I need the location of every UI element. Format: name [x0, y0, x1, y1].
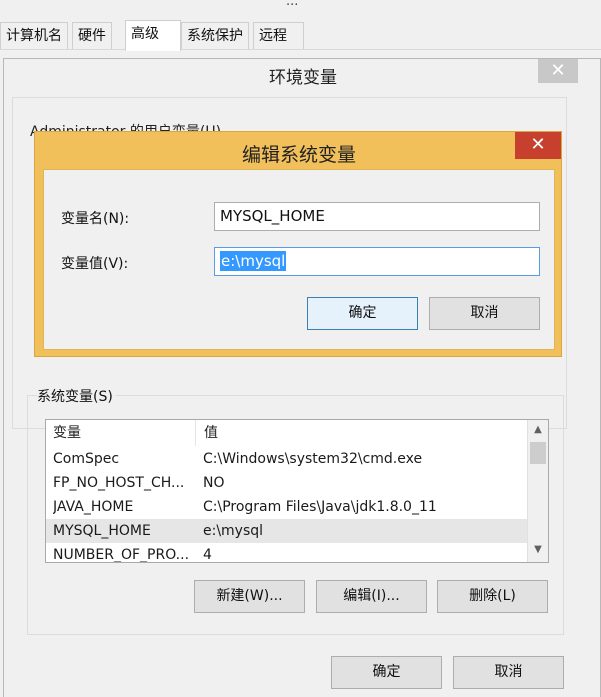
- edit-dialog-body: 变量名(N): MYSQL_HOME 变量值(V): e:\mysql 确定 取…: [43, 169, 555, 350]
- variable-value-cell: C:\Program Files\Java\jdk1.8.0_11: [203, 499, 437, 515]
- env-ok-button[interactable]: 确定: [331, 656, 442, 689]
- variable-name-cell: MYSQL_HOME: [53, 523, 151, 539]
- vertical-scrollbar[interactable]: ▲ ▼: [527, 420, 548, 562]
- column-header-value[interactable]: 值: [197, 420, 527, 446]
- tab-computer-name[interactable]: 计算机名: [0, 22, 68, 49]
- variable-value-cell: NO: [203, 475, 225, 491]
- variable-value-cell: 4: [203, 547, 212, 563]
- table-row[interactable]: NUMBER_OF_PRO... 4: [46, 543, 527, 563]
- variable-value-label: 变量值(V):: [61, 256, 129, 272]
- table-row[interactable]: FP_NO_HOST_CH... NO: [46, 471, 527, 495]
- edit-dialog-title: 编辑系统变量: [241, 144, 356, 166]
- variable-name-cell: JAVA_HOME: [53, 499, 134, 515]
- scroll-up-arrow-icon[interactable]: ▲: [528, 422, 548, 438]
- delete-variable-button[interactable]: 删除(L): [437, 580, 548, 613]
- variable-value-cell: e:\mysql: [203, 523, 264, 539]
- variable-value-cell: C:\Windows\system32\cmd.exe: [203, 451, 423, 467]
- selected-value-text: e:\mysql: [220, 251, 287, 271]
- tab-advanced[interactable]: 高级: [125, 20, 181, 51]
- tab-remote[interactable]: 远程: [253, 22, 304, 49]
- table-row-selected[interactable]: MYSQL_HOME e:\mysql: [46, 519, 527, 543]
- table-row[interactable]: ComSpec C:\Windows\system32\cmd.exe: [46, 447, 527, 471]
- system-variables-label: 系统变量(S): [37, 386, 116, 406]
- variable-name-field[interactable]: MYSQL_HOME: [214, 202, 540, 231]
- variable-value-field[interactable]: e:\mysql: [214, 247, 540, 276]
- env-cancel-button[interactable]: 取消: [453, 656, 564, 689]
- new-variable-button[interactable]: 新建(W)...: [194, 580, 305, 613]
- edit-ok-button[interactable]: 确定: [307, 297, 418, 330]
- edit-system-variable-dialog: 编辑系统变量 ✕ 变量名(N): MYSQL_HOME 变量值(V): e:\m…: [34, 131, 562, 357]
- edit-variable-button[interactable]: 编辑(I)...: [316, 580, 427, 613]
- column-header-variable[interactable]: 变量: [46, 420, 196, 446]
- edit-cancel-button[interactable]: 取消: [429, 297, 540, 330]
- scroll-thumb[interactable]: [530, 442, 546, 464]
- env-window-title: 环境变量: [269, 68, 337, 88]
- system-properties-title: ...: [286, 0, 299, 9]
- system-variables-table[interactable]: 变量 值 ComSpec C:\Windows\system32\cmd.exe…: [45, 419, 549, 563]
- table-row[interactable]: JAVA_HOME C:\Program Files\Java\jdk1.8.0…: [46, 495, 527, 519]
- system-properties-titlebar: [0, 0, 601, 20]
- variable-name-cell: NUMBER_OF_PRO...: [53, 547, 190, 563]
- scroll-down-arrow-icon[interactable]: ▼: [528, 542, 548, 558]
- edit-close-button[interactable]: ✕: [515, 132, 561, 159]
- tab-system-protection[interactable]: 系统保护: [181, 22, 249, 49]
- variable-name-label: 变量名(N):: [61, 211, 130, 227]
- variable-name-cell: ComSpec: [53, 451, 120, 467]
- variable-name-cell: FP_NO_HOST_CH...: [53, 475, 185, 491]
- tab-hardware[interactable]: 硬件: [72, 22, 112, 49]
- env-close-button[interactable]: ✕: [538, 59, 578, 83]
